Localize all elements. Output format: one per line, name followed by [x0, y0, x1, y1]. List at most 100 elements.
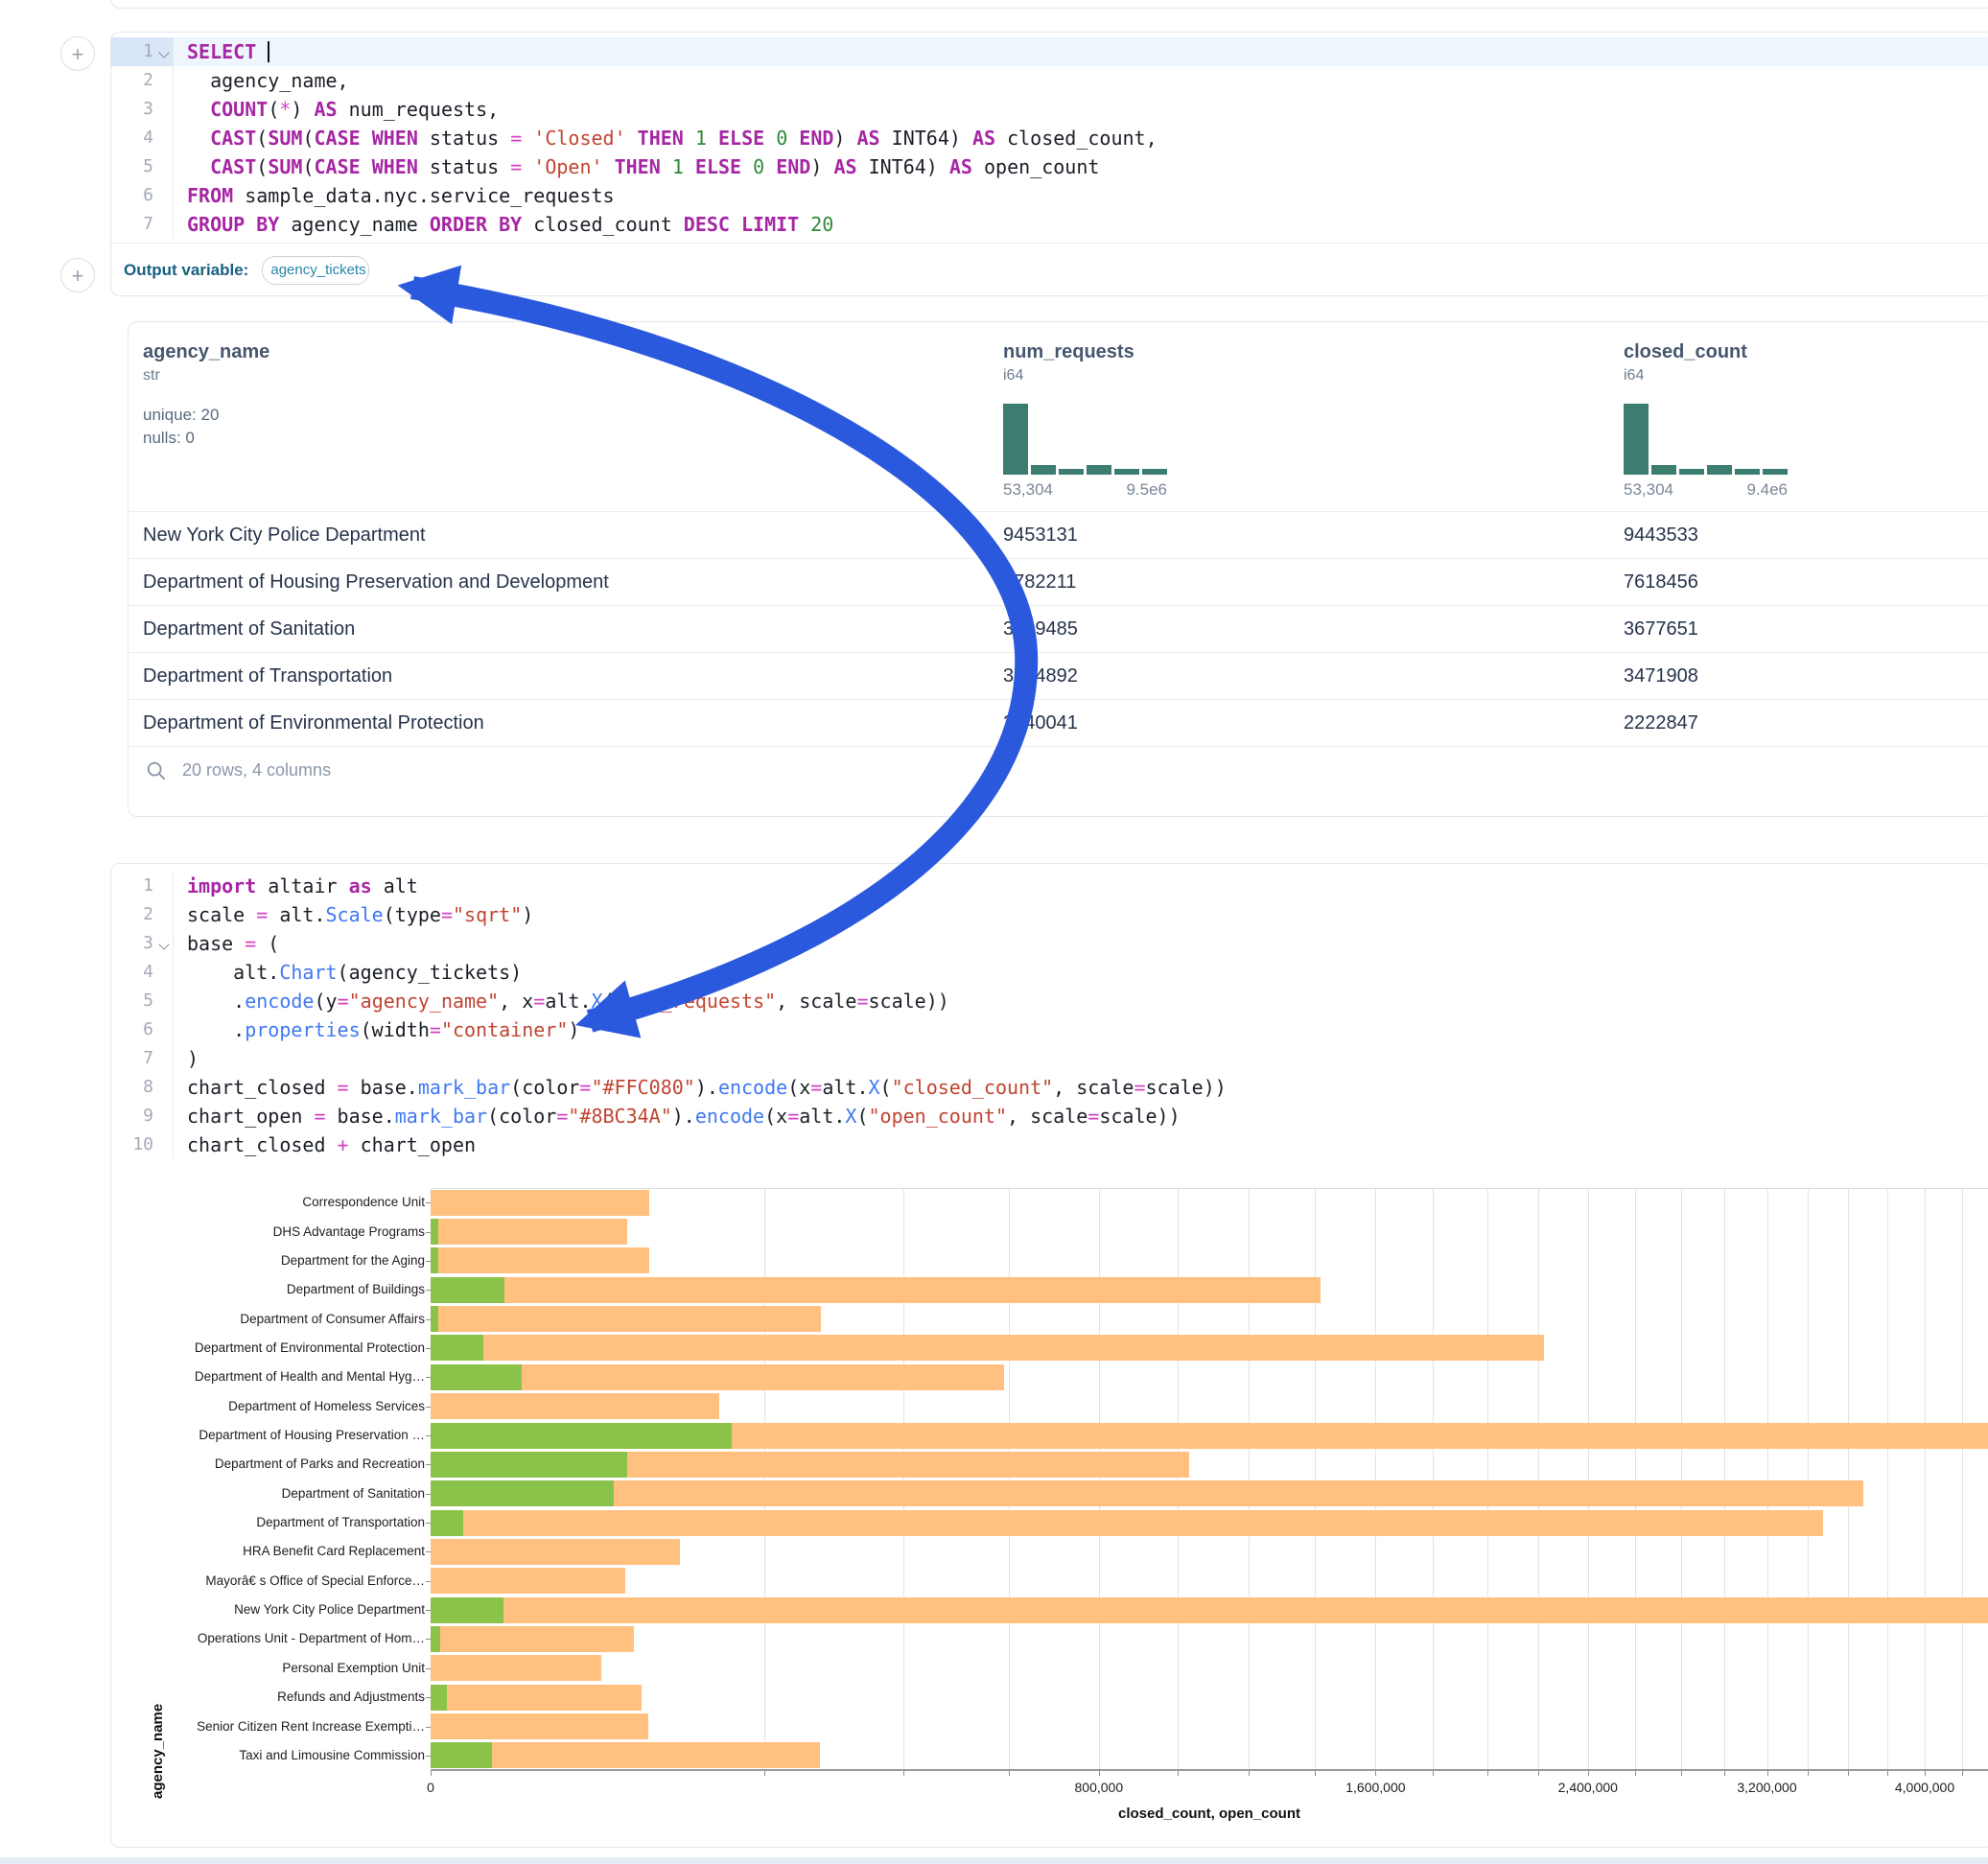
add-cell-button-output[interactable]: + — [60, 258, 95, 292]
bar-open_count — [431, 1364, 522, 1390]
bar-open_count — [431, 1219, 438, 1245]
output-variable-pill[interactable]: agency_tickets — [262, 256, 369, 285]
notebook-page: { "sql_cell": { "language": "sql", "acti… — [0, 0, 1988, 1864]
bar-closed_count — [431, 1306, 821, 1332]
table-row[interactable]: Department of Sanitation37494853677651 — [129, 605, 1988, 653]
table-cell: New York City Police Department — [143, 512, 426, 559]
output-variable-label: Output variable: — [124, 261, 248, 280]
x-axis-tick — [1099, 1771, 1100, 1776]
x-axis-tick-label: 4,000,000 — [1895, 1780, 1954, 1795]
histogram-min-label: 53,304 — [1003, 480, 1053, 500]
python-code-editor[interactable]: 1import altair as alt2scale = alt.Scale(… — [111, 872, 1988, 1159]
bar-closed_count — [431, 1219, 627, 1245]
category-label: Department of Buildings — [287, 1282, 425, 1297]
fold-gutter — [157, 987, 174, 1015]
table-row[interactable]: Department of Environmental Protection 22… — [129, 699, 1988, 747]
gridline — [1538, 1188, 1539, 1770]
x-axis-tick-label: 3,200,000 — [1737, 1780, 1796, 1795]
bar-open_count — [431, 1247, 438, 1273]
column-header-agency_name[interactable]: agency_namestrunique: 20nulls: 0 — [143, 322, 392, 448]
column-histogram — [1003, 404, 1170, 475]
gridline — [1375, 1188, 1376, 1770]
histogram-bar — [1679, 469, 1704, 475]
sql-code-editor[interactable]: 1SELECT 2 agency_name,3 COUNT(*) AS num_… — [111, 37, 1988, 239]
line-number: 3 — [111, 929, 157, 958]
x-axis-tick — [1767, 1771, 1768, 1776]
table-cell: 9453131 — [1003, 512, 1078, 559]
table-cell: 7782211 — [1003, 559, 1076, 606]
category-label: Mayorâ€ s Office of Special Enforce… — [205, 1573, 425, 1589]
add-cell-button-top[interactable]: + — [60, 36, 95, 71]
gridline — [1848, 1188, 1849, 1770]
table-cell: 3774892 — [1003, 653, 1078, 700]
column-header-closed_count[interactable]: closed_counti6453,3049.4e6 — [1624, 322, 1873, 384]
bar-closed_count — [431, 1655, 601, 1681]
category-label: Department for the Aging — [281, 1253, 425, 1269]
collapse-chevron-icon[interactable] — [158, 47, 169, 58]
gridline — [1808, 1188, 1809, 1770]
code-line-4: 4 CAST(SUM(CASE WHEN status = 'Closed' T… — [111, 124, 1988, 152]
next-cell-top-edge — [0, 1857, 1988, 1864]
gridline — [1178, 1188, 1179, 1770]
collapse-chevron-icon[interactable] — [158, 939, 169, 949]
gridline — [903, 1188, 904, 1770]
gridline — [1433, 1188, 1434, 1770]
bar-open_count — [431, 1510, 463, 1536]
column-header-num_requests[interactable]: num_requestsi6453,3049.5e6 — [1003, 322, 1252, 384]
line-number: 4 — [111, 958, 157, 987]
chart-category-axis: Correspondence UnitDHS Advantage Program… — [111, 1188, 431, 1770]
line-number: 7 — [111, 210, 157, 239]
fold-gutter — [157, 66, 174, 95]
x-axis-tick — [1315, 1771, 1316, 1776]
output-variable-row: Output variable: agency_tickets — [111, 243, 1988, 296]
table-cell: 3471908 — [1624, 653, 1698, 700]
table-cell: Department of Sanitation — [143, 606, 355, 653]
table-row[interactable]: Department of Housing Preservation and D… — [129, 558, 1988, 606]
table-row[interactable]: New York City Police Department945313194… — [129, 511, 1988, 559]
gridline — [764, 1188, 765, 1770]
bar-open_count — [431, 1335, 483, 1361]
fold-gutter — [157, 1130, 174, 1159]
bar-open_count — [431, 1685, 447, 1711]
table-cell: 7618456 — [1624, 559, 1698, 606]
bar-closed_count — [431, 1685, 642, 1711]
histogram-bar — [1735, 469, 1760, 475]
bar-closed_count — [431, 1713, 648, 1739]
fold-gutter — [157, 1102, 174, 1130]
code-line-3: 3base = ( — [111, 929, 1988, 958]
table-cell: 2222847 — [1624, 700, 1698, 747]
code-line-5: 5 .encode(y="agency_name", x=alt.X("num_… — [111, 987, 1988, 1015]
code-text: CAST(SUM(CASE WHEN status = 'Closed' THE… — [174, 124, 1158, 152]
fold-gutter — [157, 1073, 174, 1102]
bar-open_count — [431, 1423, 732, 1449]
x-axis-tick — [431, 1771, 432, 1776]
code-line-1: 1import altair as alt — [111, 872, 1988, 900]
gridline — [1249, 1188, 1250, 1770]
gridline — [1009, 1188, 1010, 1770]
table-cell: 3677651 — [1624, 606, 1698, 653]
x-axis-tick-label: 0 — [427, 1780, 434, 1795]
line-number: 3 — [111, 95, 157, 124]
gridline — [1635, 1188, 1636, 1770]
x-axis-tick — [903, 1771, 904, 1776]
category-label: Taxi and Limousine Commission — [239, 1748, 425, 1763]
line-number: 6 — [111, 1015, 157, 1044]
table-row[interactable]: Department of Transportation377489234719… — [129, 652, 1988, 700]
code-line-9: 9chart_open = base.mark_bar(color="#8BC3… — [111, 1102, 1988, 1130]
histogram-bar — [1707, 465, 1732, 475]
x-axis-tick-label: 1,600,000 — [1345, 1780, 1405, 1795]
bar-open_count — [431, 1626, 440, 1652]
code-text: chart_closed = base.mark_bar(color="#FFC… — [174, 1073, 1227, 1102]
search-icon[interactable] — [146, 760, 167, 781]
x-axis-tick — [1962, 1771, 1963, 1776]
code-text: chart_open = base.mark_bar(color="#8BC34… — [174, 1102, 1181, 1130]
x-axis-tick — [1635, 1771, 1636, 1776]
fold-gutter — [157, 1044, 174, 1073]
x-axis-tick — [1808, 1771, 1809, 1776]
fold-gutter — [157, 872, 174, 900]
code-text: import altair as alt — [174, 872, 418, 900]
chart-x-axis-title: closed_count, open_count — [1118, 1806, 1300, 1822]
table-cell: Department of Environmental Protection — [143, 700, 484, 747]
fold-gutter — [157, 37, 174, 66]
code-text: ) — [174, 1044, 199, 1073]
